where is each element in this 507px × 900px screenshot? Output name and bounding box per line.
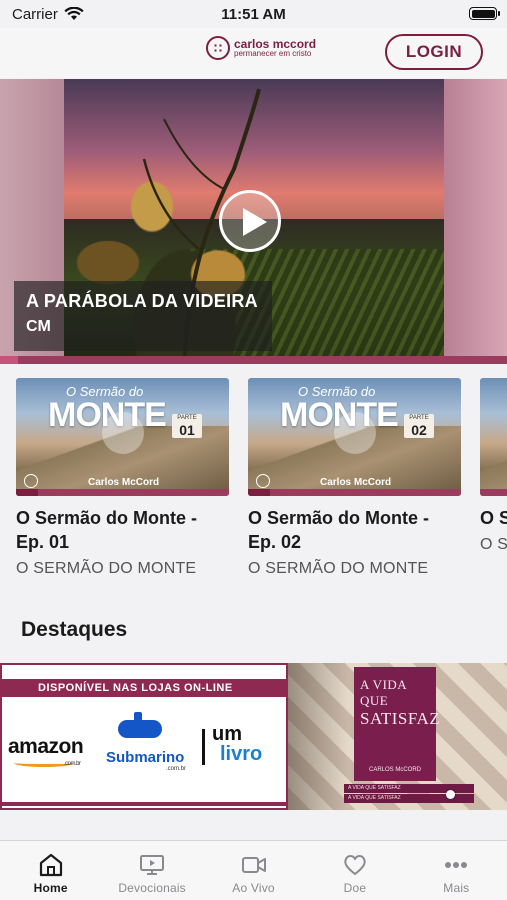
tab-doe[interactable]: Doe xyxy=(304,841,405,900)
tab-ao-vivo[interactable]: Ao Vivo xyxy=(203,841,304,900)
tab-label: Devocionais xyxy=(118,881,186,895)
episode-thumbnail[interactable] xyxy=(480,378,507,496)
play-icon[interactable] xyxy=(219,190,281,252)
video-camera-icon xyxy=(241,857,266,873)
amazon-logo-text: amazon xyxy=(8,735,84,758)
monitor-icon xyxy=(140,855,165,875)
submarino-logo: Submarino .com.br xyxy=(106,749,186,772)
hero-caption: A PARÁBOLA DA VIDEIRA CM xyxy=(14,281,272,351)
home-icon xyxy=(39,853,62,877)
tab-label: Doe xyxy=(343,881,367,895)
part-number: 01 xyxy=(179,422,195,438)
seal-icon xyxy=(24,474,38,488)
book-title-line1: A VIDA QUE xyxy=(360,677,407,708)
episode-progress-bar xyxy=(480,489,507,496)
amazon-domain: .com.br xyxy=(64,761,81,767)
tab-label: Ao Vivo xyxy=(232,881,275,895)
status-time: 11:51 AM xyxy=(221,5,286,23)
thumb-author: Carlos McCord xyxy=(320,477,392,488)
episode-carousel[interactable]: O Sermão do MONTE PARTE 01 Carlos McCord… xyxy=(16,378,507,588)
part-label: PARTE xyxy=(409,415,429,421)
section-title-destaques: Destaques xyxy=(21,618,128,641)
part-badge: PARTE 02 xyxy=(404,414,434,438)
part-number: 02 xyxy=(411,422,427,438)
episode-card[interactable]: O Sermão do MONTE PARTE 02 Carlos McCord… xyxy=(248,378,461,578)
episode-thumbnail[interactable]: O Sermão do MONTE PARTE 02 Carlos McCord xyxy=(248,378,461,496)
login-button[interactable]: LOGIN xyxy=(385,34,483,70)
submarine-icon xyxy=(118,712,162,738)
heart-icon xyxy=(344,855,366,875)
tab-mais[interactable]: Mais xyxy=(406,841,507,900)
episode-card[interactable]: O Sermão do MONTE PARTE 01 Carlos McCord… xyxy=(16,378,229,578)
umlivro-logo: um livro xyxy=(198,723,276,773)
submarino-domain: .com.br xyxy=(166,766,187,772)
episode-show: O SERMÃO DO MONTE xyxy=(16,560,197,577)
episode-card[interactable]: O S O S xyxy=(480,378,507,554)
book-author: CARLOS McCORD xyxy=(368,767,421,773)
stores-banner-text: DISPONÍVEL NAS LOJAS ON-LINE xyxy=(2,679,286,697)
episode-progress-bar xyxy=(16,489,229,496)
episode-title: O Sermão do Monte - Ep. 02 xyxy=(248,508,430,552)
tab-bar: Home Devocionais Ao Vivo Doe Mais xyxy=(0,840,507,900)
hero-progress-bar xyxy=(0,356,507,364)
episode-thumbnail[interactable]: O Sermão do MONTE PARTE 01 Carlos McCord xyxy=(16,378,229,496)
hero-title: A PARÁBOLA DA VIDEIRA xyxy=(26,291,258,311)
book-cover: A VIDA QUE SATISFAZ CARLOS McCORD xyxy=(354,667,441,781)
brand-logo[interactable]: carlos mccord permanecer em cristo xyxy=(206,36,316,60)
submarino-logo-text: Submarino xyxy=(106,749,185,766)
hero-carousel[interactable]: A PARÁBOLA DA VIDEIRA CM xyxy=(0,79,507,364)
grape-logo-icon xyxy=(206,36,230,60)
hero-subtitle: CM xyxy=(26,318,51,335)
play-icon xyxy=(102,412,144,454)
part-badge: PARTE 01 xyxy=(172,414,202,438)
tab-home[interactable]: Home xyxy=(0,841,101,900)
episode-show: O S xyxy=(480,536,507,553)
promo-banner[interactable]: DISPONÍVEL NAS LOJAS ON-LINE amazon .com… xyxy=(0,663,507,810)
more-dots-icon xyxy=(445,862,468,868)
tab-label: Mais xyxy=(443,881,470,895)
episode-title: O Sermão do Monte - Ep. 01 xyxy=(16,508,198,552)
stores-panel: DISPONÍVEL NAS LOJAS ON-LINE amazon .com… xyxy=(0,663,288,810)
page-indicator-dot[interactable] xyxy=(446,790,455,799)
amazon-logo: amazon .com.br xyxy=(8,735,84,767)
seal-icon xyxy=(256,474,270,488)
book-title-line2: SATISFAZ xyxy=(360,709,441,728)
episode-title: O S xyxy=(480,508,507,528)
app-header: carlos mccord permanecer em cristo LOGIN xyxy=(0,28,507,78)
brand-tagline: permanecer em cristo xyxy=(234,49,312,58)
umlivro-livro: livro xyxy=(220,743,263,765)
thumb-author: Carlos McCord xyxy=(88,477,160,488)
status-bar: Carrier 11:51 AM xyxy=(0,0,507,28)
book-photo: A VIDA QUE SATISFAZ CARLOS McCORD A VIDA… xyxy=(288,663,507,810)
episode-show: O SERMÃO DO MONTE xyxy=(248,560,429,577)
part-label: PARTE xyxy=(177,415,197,421)
tab-label: Home xyxy=(33,881,68,895)
episode-progress-bar xyxy=(248,489,461,496)
tab-devocionais[interactable]: Devocionais xyxy=(101,841,202,900)
play-icon xyxy=(334,412,376,454)
battery-icon xyxy=(469,7,500,20)
